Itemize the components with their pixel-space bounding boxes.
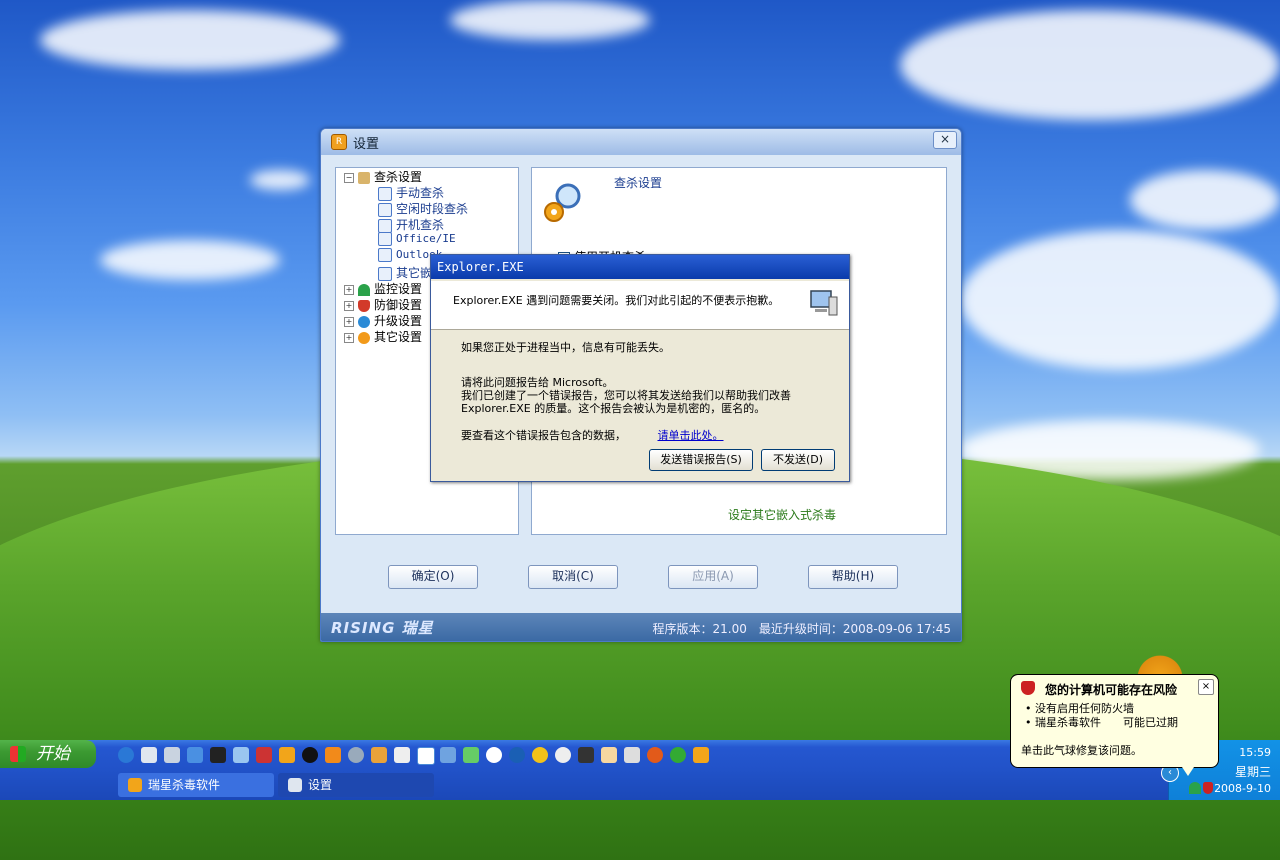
app-icon[interactable] <box>256 747 272 763</box>
app-icon[interactable] <box>187 747 203 763</box>
panel-title: 查杀设置 <box>614 176 663 190</box>
page-icon <box>378 232 392 246</box>
taskbar-item-rising[interactable]: 瑞星杀毒软件 <box>118 773 274 797</box>
tree-item-upgrade-settings[interactable]: + 升级设置 <box>344 312 422 329</box>
page-icon <box>378 218 392 233</box>
computer-icon <box>810 290 838 316</box>
tree-item-other-settings[interactable]: + 其它设置 <box>344 328 422 345</box>
balloon-item: • 瑞星杀毒软件 可能已过期 <box>1025 716 1178 729</box>
rising-lion-icon <box>128 778 142 792</box>
chrome-icon[interactable] <box>670 747 686 763</box>
collapse-icon[interactable]: − <box>344 172 354 183</box>
expand-icon[interactable]: + <box>344 284 354 295</box>
app-icon[interactable] <box>624 747 640 763</box>
windows-logo-icon <box>10 746 26 762</box>
close-icon[interactable]: × <box>1198 679 1214 695</box>
tree-item-boot-scan[interactable]: 开机查杀 <box>378 216 444 233</box>
settings-window-titlebar[interactable]: R 设置 <box>321 129 961 155</box>
page-icon <box>378 266 392 281</box>
error-dialog-header: Explorer.EXE 遇到问题需要关闭。我们对此引起的不便表示抱歉。 <box>431 281 849 330</box>
gear-icon <box>358 331 370 344</box>
error-line-data-loss: 如果您正处于进程当中，信息有可能丢失。 <box>461 341 670 354</box>
settings-icon <box>288 778 302 792</box>
umbrella-tray-icon[interactable] <box>1189 782 1201 794</box>
error-line-report: 请将此问题报告给 Microsoft。 <box>461 376 614 389</box>
tree-item-monitor-settings[interactable]: + 监控设置 <box>344 280 422 297</box>
settings-window-title: 设置 <box>353 136 380 152</box>
status-bar: RISING 瑞星 程序版本：21.00 最近升级时间：2008-09-06 1… <box>321 613 961 641</box>
app-icon[interactable] <box>348 747 364 763</box>
app-icon[interactable] <box>325 747 341 763</box>
clock-weekday: 星期三 <box>1234 765 1271 779</box>
dont-send-button[interactable]: 不发送(D) <box>761 449 835 471</box>
clock-date: 2008-9-10 <box>1214 782 1271 795</box>
shield-icon <box>358 299 370 312</box>
page-icon <box>378 248 392 262</box>
mail-icon[interactable] <box>394 747 410 763</box>
globe-icon <box>358 315 370 328</box>
rising-lion-icon: R <box>331 134 347 150</box>
firefox-icon[interactable] <box>647 747 663 763</box>
umbrella-icon <box>358 283 370 296</box>
security-shield-icon <box>1021 681 1035 695</box>
app-icon[interactable] <box>463 747 479 763</box>
page-icon <box>378 202 392 217</box>
app-icon[interactable] <box>486 747 502 763</box>
app-icon[interactable] <box>601 747 617 763</box>
app-icon[interactable] <box>233 747 249 763</box>
rising-lion-icon[interactable] <box>693 747 709 763</box>
app-icon[interactable] <box>578 747 594 763</box>
error-header-text: Explorer.EXE 遇到问题需要关闭。我们对此引起的不便表示抱歉。 <box>453 294 780 307</box>
app-icon[interactable] <box>279 747 295 763</box>
taskbar-item-settings[interactable]: 设置 <box>278 773 434 797</box>
other-embedded-scan-link[interactable]: 设定其它嵌入式杀毒 <box>728 506 836 523</box>
page-icon <box>378 186 392 201</box>
balloon-footer: 单击此气球修复该问题。 <box>1021 744 1142 757</box>
app-icon[interactable] <box>371 747 387 763</box>
magnifier-icon <box>358 171 370 184</box>
app-icon[interactable] <box>141 747 157 763</box>
version-info: 程序版本：21.00 最近升级时间：2008-09-06 17:45 <box>652 622 952 636</box>
expand-icon[interactable]: + <box>344 332 354 343</box>
security-balloon[interactable]: 您的计算机可能存在风险 × • 没有启用任何防火墙 • 瑞星杀毒软件 可能已过期… <box>1010 674 1219 768</box>
balloon-tail <box>1180 764 1196 776</box>
app-icon[interactable] <box>532 747 548 763</box>
tree-item-defense-settings[interactable]: + 防御设置 <box>344 296 422 313</box>
tree-item-office-ie[interactable]: Office/IE <box>378 232 456 246</box>
click-here-link[interactable]: 请单击此处。 <box>658 429 724 442</box>
error-dialog-title[interactable]: Explorer.EXE <box>431 255 849 279</box>
qq-icon[interactable] <box>302 747 318 763</box>
app-icon[interactable] <box>164 747 180 763</box>
help-button[interactable]: 帮助(H) <box>808 565 898 589</box>
start-button[interactable]: 开始 <box>0 740 96 768</box>
scan-settings-icon <box>544 183 581 222</box>
error-line-created: 我们已创建了一个错误报告，您可以将其发送给我们以帮助我们改善 Explorer.… <box>461 389 791 415</box>
apply-button[interactable]: 应用(A) <box>668 565 758 589</box>
cmd-icon[interactable] <box>210 747 226 763</box>
security-shield-icon[interactable] <box>1203 782 1213 794</box>
send-error-report-button[interactable]: 发送错误报告(S) <box>649 449 753 471</box>
ok-button[interactable]: 确定(O) <box>388 565 478 589</box>
balloon-title: 您的计算机可能存在风险 <box>1045 683 1178 697</box>
app-icon[interactable] <box>555 747 571 763</box>
tree-item-scan-settings[interactable]: − 查杀设置 <box>344 168 422 185</box>
tree-item-idle-scan[interactable]: 空闲时段查杀 <box>378 200 468 217</box>
app-icon[interactable] <box>440 747 456 763</box>
app-icon[interactable] <box>509 747 525 763</box>
expand-icon[interactable]: + <box>344 316 354 327</box>
close-button[interactable]: × <box>933 131 957 149</box>
error-line-view-data: 要查看这个错误报告包含的数据， 请单击此处。 <box>461 429 724 442</box>
clock-time[interactable]: 15:59 <box>1239 746 1271 759</box>
tree-item-manual-scan[interactable]: 手动查杀 <box>378 184 444 201</box>
rising-logo: RISING 瑞星 <box>331 619 434 637</box>
error-dialog: Explorer.EXE Explorer.EXE 遇到问题需要关闭。我们对此引… <box>430 254 850 482</box>
app-icon[interactable] <box>417 747 435 765</box>
ie-icon[interactable] <box>118 747 134 763</box>
cancel-button[interactable]: 取消(C) <box>528 565 618 589</box>
expand-icon[interactable]: + <box>344 300 354 311</box>
